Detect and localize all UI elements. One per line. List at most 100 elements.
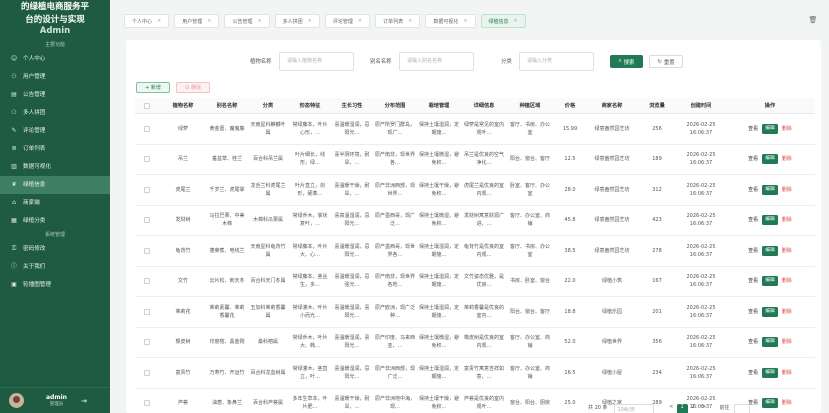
tab-item[interactable]: 评论管理 × xyxy=(324,14,371,28)
view-button[interactable]: 查看 xyxy=(748,399,758,407)
tab-item[interactable]: 用户管理 × xyxy=(174,14,220,28)
page-1-button[interactable]: 1 xyxy=(676,404,688,413)
reset-button[interactable]: ↻ 重置 xyxy=(649,55,683,68)
sidebar-item[interactable]: ▦ 绿植分类 xyxy=(0,212,110,230)
delete-button[interactable]: 删除 xyxy=(782,308,792,316)
delete-button[interactable]: 删除 xyxy=(782,277,792,285)
sidebar-item[interactable]: ⚇ 用户管理 xyxy=(0,68,110,86)
avatar[interactable] xyxy=(9,393,24,408)
close-icon[interactable]: × xyxy=(308,18,312,24)
close-icon[interactable]: × xyxy=(514,18,518,24)
goto-page-input[interactable] xyxy=(733,404,750,413)
edit-button[interactable]: 编辑 xyxy=(762,245,778,256)
cell-text: 富贵竹寓意吉祥如意，… xyxy=(463,365,504,380)
chart-icon: ▥ xyxy=(11,163,17,170)
cell-text: 38.5 xyxy=(564,247,576,254)
view-button[interactable]: 查看 xyxy=(748,216,758,224)
close-icon[interactable]: × xyxy=(358,18,362,24)
row-checkbox[interactable] xyxy=(144,339,150,346)
delete-button[interactable]: 删除 xyxy=(782,247,792,255)
row-checkbox[interactable] xyxy=(144,156,150,163)
table-cell: 垂盆草、桂兰 xyxy=(207,145,247,175)
tab-label: 绿植信息 xyxy=(488,18,509,25)
delete-button[interactable]: 删除 xyxy=(782,399,792,407)
category-input[interactable]: 请输入分类 xyxy=(519,52,594,71)
view-button[interactable]: 查看 xyxy=(748,155,758,163)
sidebar-item[interactable]: ▤ 公告管理 xyxy=(0,86,110,104)
tab-item[interactable]: 公告管理 × xyxy=(224,14,270,28)
edit-button[interactable]: 编辑 xyxy=(762,398,778,409)
delete-button[interactable]: 删除 xyxy=(782,155,792,163)
row-checkbox[interactable] xyxy=(144,308,150,315)
alias-name-input[interactable]: 请输入别名名称 xyxy=(399,52,474,71)
row-checkbox[interactable] xyxy=(144,125,150,132)
row-checkbox[interactable] xyxy=(144,186,150,193)
row-checkbox[interactable] xyxy=(144,247,150,254)
tab-item[interactable]: 绿植信息 × xyxy=(480,14,526,28)
prev-page-button[interactable]: < xyxy=(666,404,677,413)
table-cell: 12.5 xyxy=(553,145,587,175)
view-button[interactable]: 查看 xyxy=(748,277,758,285)
sidebar-item[interactable]: ▥ 数据可视化 xyxy=(0,158,110,176)
page-2-button[interactable]: 2 xyxy=(688,404,699,413)
sidebar-item[interactable]: ☺ 个人中心 xyxy=(0,50,110,68)
view-button[interactable]: 查看 xyxy=(748,125,758,133)
sidebar-item[interactable]: ▣ 轮播图管理 xyxy=(0,276,110,294)
edit-button[interactable]: 编辑 xyxy=(762,215,778,226)
plant-name-input[interactable]: 请输入植物名称 xyxy=(279,52,354,71)
close-icon[interactable]: × xyxy=(257,18,261,24)
sidebar-item[interactable]: ≣ 订单列表 xyxy=(0,140,110,158)
table-cell: 龙舌兰科虎尾兰属 xyxy=(247,175,289,205)
table-cell: 2026-02-25 16:06:37 xyxy=(677,236,725,266)
tab-item[interactable]: 个人中心 × xyxy=(124,14,170,28)
row-checkbox[interactable] xyxy=(144,217,150,224)
sidebar-item[interactable]: ⚿ 密码修改 xyxy=(0,240,110,258)
view-button[interactable]: 查看 xyxy=(748,369,758,377)
edit-button[interactable]: 编辑 xyxy=(762,367,778,378)
delete-button[interactable]: 删除 xyxy=(782,369,792,377)
edit-button[interactable]: 编辑 xyxy=(762,306,778,317)
sidebar-item[interactable]: ⚆ 多人拼团 xyxy=(0,104,110,122)
delete-button[interactable]: 删除 xyxy=(782,216,792,224)
close-icon[interactable]: × xyxy=(463,18,467,24)
select-all-checkbox[interactable] xyxy=(144,102,150,109)
delete-button[interactable]: 删除 xyxy=(782,338,792,346)
delete-button[interactable]: 删除 xyxy=(782,186,792,194)
edit-button[interactable]: 编辑 xyxy=(762,184,778,195)
edit-button[interactable]: 编辑 xyxy=(762,337,778,348)
table-cell: 芦荟 xyxy=(159,389,207,413)
row-checkbox[interactable] xyxy=(144,369,150,376)
next-page-button[interactable]: > xyxy=(699,404,710,413)
batch-delete-button[interactable]: ⊟ 删除 xyxy=(176,82,210,93)
edit-button[interactable]: 编辑 xyxy=(762,276,778,287)
view-button[interactable]: 查看 xyxy=(748,308,758,316)
tab-item[interactable]: 多人拼团 × xyxy=(274,14,320,28)
column-header: 操作 xyxy=(764,103,776,109)
edit-button[interactable]: 编辑 xyxy=(762,154,778,165)
tab-item[interactable]: 订单列表 × xyxy=(375,14,421,28)
view-button[interactable]: 查看 xyxy=(748,247,758,255)
trash-icon[interactable]: 🗑 xyxy=(807,13,819,27)
cell-text: 绿萝是常见的室内观叶… xyxy=(463,121,504,136)
close-icon[interactable]: × xyxy=(157,18,161,24)
edit-button[interactable]: 编辑 xyxy=(762,123,778,134)
page-size-select[interactable]: 10条/页 xyxy=(613,404,654,413)
close-icon[interactable]: × xyxy=(408,18,412,24)
sidebar-item[interactable]: ❦ 绿植信息 xyxy=(0,176,110,194)
view-button[interactable]: 查看 xyxy=(748,186,758,194)
add-button[interactable]: + 新增 xyxy=(136,82,170,93)
view-button[interactable]: 查看 xyxy=(748,338,758,346)
delete-button[interactable]: 删除 xyxy=(782,125,792,133)
table-row: 发财树 马拉巴栗、中美木棉 木棉科瓜栗属 常绿乔木，掌状复叶，… 喜高温湿润，忌阳光… 原… xyxy=(135,206,815,236)
search-button[interactable]: ⌕ 搜索 xyxy=(610,55,643,68)
sidebar-item[interactable]: ✎ 评论管理 xyxy=(0,122,110,140)
row-select-cell xyxy=(135,358,159,388)
row-checkbox[interactable] xyxy=(144,400,150,407)
row-checkbox[interactable] xyxy=(144,278,150,285)
sidebar-item[interactable]: ⓘ 关于我们 xyxy=(0,258,110,276)
cell-text: 百合科天门冬属 xyxy=(250,278,286,285)
sidebar-item[interactable]: ⌂ 商家端 xyxy=(0,194,110,212)
tab-item[interactable]: 数据可视化 × xyxy=(425,14,476,28)
logout-icon[interactable]: ⇥ xyxy=(81,397,87,405)
close-icon[interactable]: × xyxy=(207,18,211,24)
